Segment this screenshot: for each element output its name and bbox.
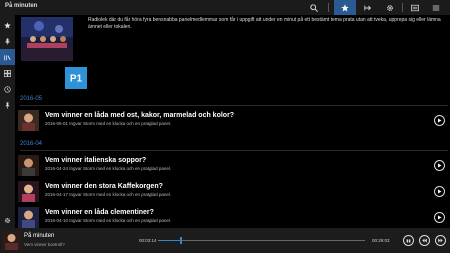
episode-thumbnail [18, 207, 39, 228]
play-icon [438, 163, 442, 168]
p1-logo-mark: P1 [70, 74, 83, 85]
episode-title: Vem vinner italienska soppor? [45, 157, 147, 164]
program-hero-image [21, 17, 73, 61]
pause-icon: ▮▮ [406, 238, 411, 243]
play-button[interactable] [434, 186, 445, 197]
now-playing-bar: På minuten Vem vinner kontroll? 00:03:14… [0, 228, 450, 253]
section-header-2016-04: 2016-04 [20, 141, 43, 147]
rewind-icon [422, 238, 427, 243]
section-divider [20, 150, 448, 151]
sidebar [0, 15, 15, 228]
pause-button[interactable]: ▮▮ [403, 235, 414, 246]
share-icon [364, 5, 372, 10]
seek-bar-handle[interactable] [179, 237, 182, 244]
total-duration: 00:29:03 [372, 238, 390, 243]
now-playing-thumbnail[interactable] [2, 231, 21, 250]
program-page: P1 Radiolek där du får höra fyra bensnab… [15, 15, 450, 228]
now-playing-title: På minuten [24, 233, 55, 239]
list-icon [411, 4, 419, 11]
toolbar-divider [328, 3, 329, 12]
svg-text:P1: P1 [70, 74, 83, 85]
menu-button[interactable] [425, 0, 447, 15]
skip-forward-button[interactable] [435, 235, 446, 246]
play-icon [438, 189, 442, 194]
sidebar-item-pinned[interactable] [0, 97, 15, 113]
pin-icon [5, 101, 10, 109]
sidebar-item-history[interactable] [0, 81, 15, 97]
favorite-button[interactable] [334, 0, 356, 15]
favorites-star-icon [4, 21, 11, 29]
settings-gear-icon [387, 4, 393, 11]
microphone-icon [5, 37, 10, 45]
section-divider [20, 105, 448, 106]
seek-bar-progress [158, 240, 181, 241]
sidebar-item-live[interactable] [0, 33, 15, 49]
favorite-star-icon [341, 3, 349, 11]
sidebar-item-settings[interactable] [0, 212, 15, 228]
sidebar-item-programs[interactable] [0, 49, 15, 65]
toolbar-divider [402, 3, 403, 12]
section-header-2016-05: 2016-05 [20, 96, 43, 102]
sidebar-item-channels[interactable] [0, 65, 15, 81]
list-button[interactable] [404, 0, 426, 15]
settings-button[interactable] [379, 0, 401, 15]
channels-icon [4, 69, 11, 77]
play-button[interactable] [434, 115, 445, 126]
play-icon [438, 118, 442, 123]
episode-thumbnail [18, 155, 39, 176]
settings-gear-icon [4, 217, 11, 223]
program-description: Radiolek där du får höra fyra bensnabba … [88, 17, 441, 30]
episode-meta: 2016-04-10 Ingvar Storm med en klocka oc… [45, 218, 172, 223]
sidebar-item-favorites[interactable] [0, 17, 15, 33]
play-button[interactable] [434, 160, 445, 171]
episode-meta: 2016-04-24 Ingvar Storm med en klocka oc… [45, 166, 172, 171]
episode-meta: 2016-04-17 Ingvar Storm med en klocka oc… [45, 192, 172, 197]
app-title: På minuten [5, 3, 38, 9]
search-button[interactable] [303, 0, 325, 15]
now-playing-subtitle: Vem vinner kontroll? [24, 242, 65, 247]
play-button[interactable] [434, 212, 445, 223]
play-icon [438, 215, 442, 220]
episode-row[interactable]: Vem vinner en låda med ost, kakor, marme… [15, 108, 450, 134]
episode-row[interactable]: Vem vinner den stora Kaffekorgen? 2016-0… [15, 179, 450, 205]
episode-row[interactable]: Vem vinner italienska soppor? 2016-04-24… [15, 153, 450, 179]
p1-logo: P1 [65, 67, 87, 89]
history-icon [4, 85, 11, 93]
title-bar: På minuten [0, 0, 450, 15]
episode-thumbnail [18, 181, 39, 202]
episode-title: Vem vinner en låda med ost, kakor, marme… [45, 112, 235, 119]
episode-meta: 2016-05-01 Ingvar Storm med en klocka oc… [45, 121, 172, 126]
episode-title: Vem vinner den stora Kaffekorgen? [45, 183, 163, 190]
share-button[interactable] [357, 0, 379, 15]
search-icon [310, 3, 318, 12]
menu-icon [432, 5, 440, 10]
episode-thumbnail [18, 110, 39, 131]
programs-icon [4, 54, 11, 60]
elapsed-time: 00:03:14 [139, 238, 157, 243]
episode-row[interactable]: Vem vinner en låda clementiner? 2016-04-… [15, 205, 450, 228]
skip-back-button[interactable] [419, 235, 430, 246]
seek-bar[interactable] [158, 237, 365, 244]
episode-title: Vem vinner en låda clementiner? [45, 209, 154, 216]
fast-forward-icon [438, 238, 443, 243]
